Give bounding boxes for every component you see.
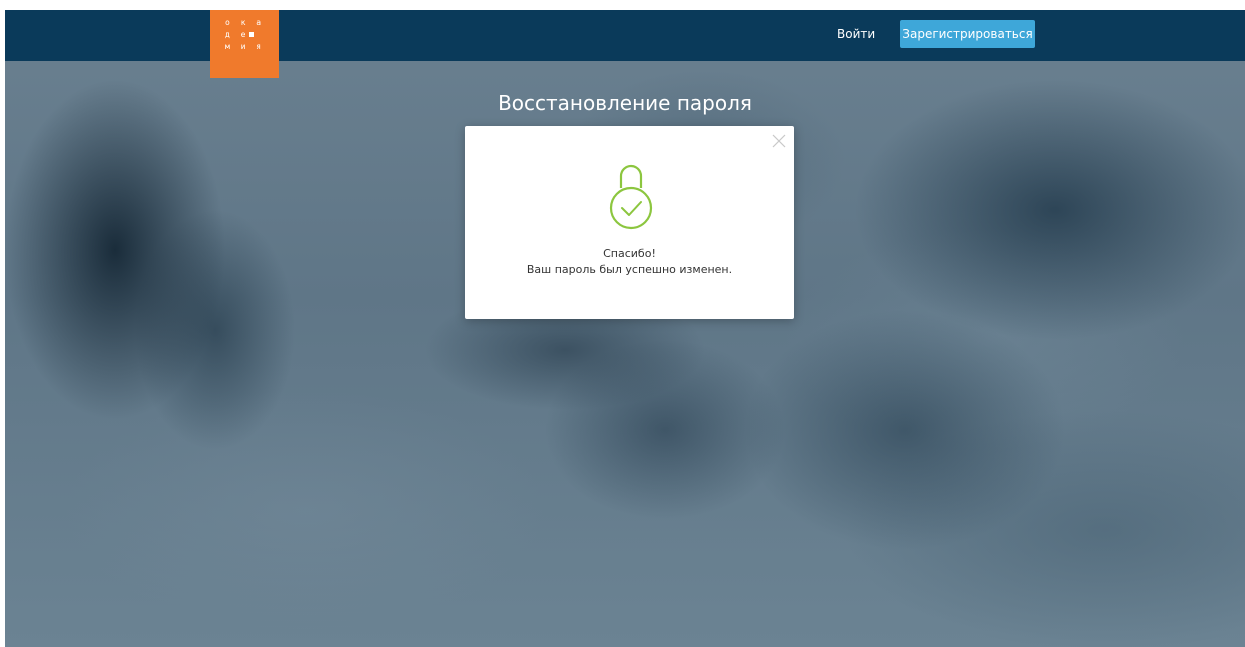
academy-logo[interactable]: о к а д е м и я (210, 10, 279, 78)
page-frame: о к а д е м и я Войти Зарегистрироваться… (5, 10, 1245, 647)
top-navigation-bar: о к а д е м и я Войти Зарегистрироваться (5, 10, 1245, 78)
logo-row-2: д е (225, 29, 279, 41)
success-message: Спасибо! Ваш пароль был успешно изменен. (465, 246, 794, 278)
close-icon[interactable] (770, 132, 788, 150)
page-title: Восстановление пароля (498, 91, 752, 115)
logo-row-1: о к а (225, 18, 265, 27)
lock-check-icon (609, 164, 653, 230)
login-link[interactable]: Войти (837, 26, 875, 42)
message-line-2: Ваш пароль был успешно изменен. (526, 263, 733, 276)
register-button[interactable]: Зарегистрироваться (900, 20, 1035, 48)
logo-square-mark (249, 32, 255, 37)
message-line-1: Спасибо! (603, 247, 656, 260)
logo-row-2-text: д е (225, 30, 249, 39)
logo-row-3: м и я (225, 42, 265, 51)
success-modal: Спасибо! Ваш пароль был успешно изменен. (465, 126, 794, 319)
